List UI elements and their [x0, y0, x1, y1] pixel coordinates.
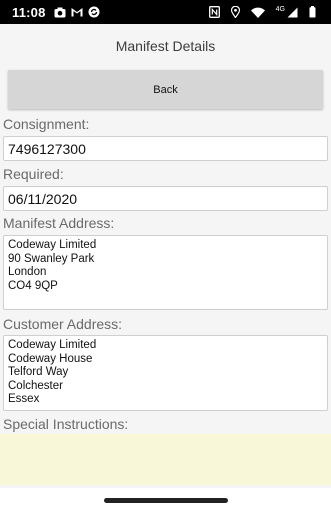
nfc-icon — [208, 6, 220, 18]
customer-address-line: Essex — [8, 393, 40, 406]
manifest-address-line: 90 Swanley Park — [8, 252, 95, 265]
customer-address-label: Customer Address: — [3, 316, 123, 332]
signal-icon — [287, 7, 298, 18]
sync-icon — [88, 6, 100, 18]
navigation-bar — [0, 488, 331, 512]
consignment-field[interactable]: 7496127300 — [3, 136, 328, 161]
manifest-address-line: CO4 9QP — [8, 279, 58, 292]
back-button[interactable]: Back — [8, 70, 323, 109]
manifest-address-line: Codeway Limited — [8, 239, 97, 251]
home-gesture-handle[interactable] — [103, 497, 228, 503]
special-instructions-label: Special Instructions: — [3, 416, 129, 432]
status-bar: 11:08 4G — [0, 0, 331, 24]
customer-address-line: Colchester — [8, 379, 63, 392]
status-time: 11:08 — [12, 4, 46, 20]
manifest-address-field[interactable]: Codeway Limited 90 Swanley Park London C… — [3, 235, 328, 310]
customer-address-line: Codeway House — [8, 352, 93, 365]
manifest-address-label: Manifest Address: — [3, 215, 115, 231]
customer-address-line: Codeway Limited — [8, 339, 97, 351]
customer-address-field[interactable]: Codeway Limited Codeway House Telford Wa… — [3, 335, 328, 411]
wifi-icon — [250, 7, 265, 18]
battery-icon — [309, 6, 316, 18]
required-label: Required: — [3, 166, 64, 182]
page-title: Manifest Details — [115, 38, 216, 54]
camera-icon — [54, 7, 66, 18]
consignment-label: Consignment: — [3, 116, 90, 132]
required-date-field[interactable]: 06/11/2020 — [3, 186, 328, 211]
gmail-icon — [71, 7, 83, 17]
manifest-address-line: London — [8, 266, 47, 279]
customer-address-line: Telford Way — [8, 366, 69, 379]
location-icon — [230, 6, 240, 18]
special-instructions-field[interactable] — [0, 434, 331, 485]
network-type-label: 4G — [275, 5, 285, 13]
